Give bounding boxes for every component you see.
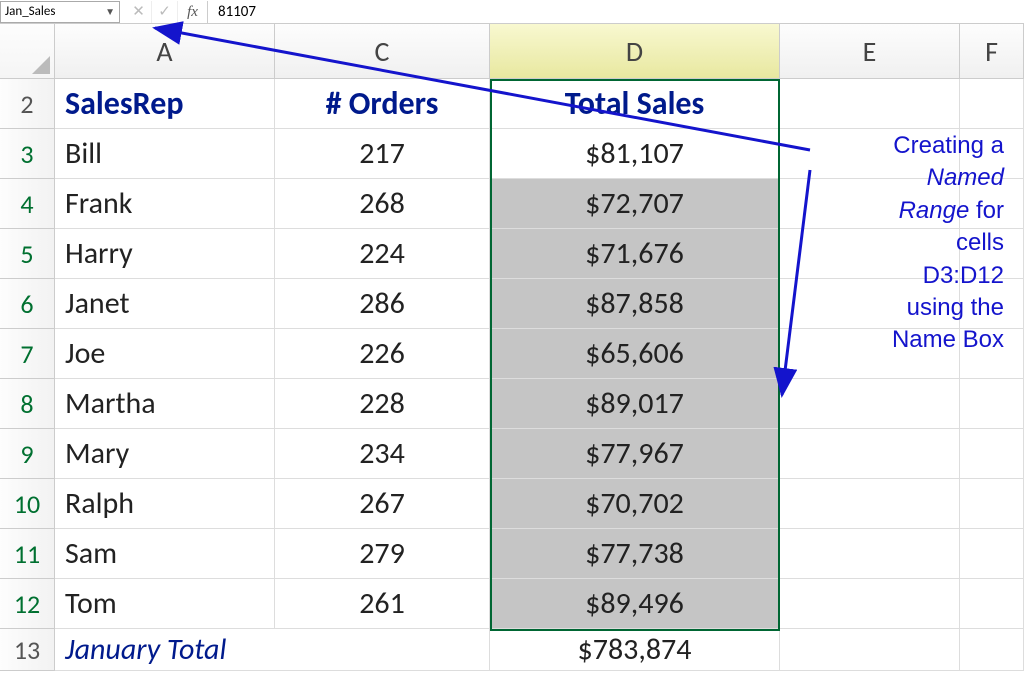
cell-sales[interactable]: $87,858 bbox=[490, 279, 780, 329]
cell-F13[interactable] bbox=[960, 629, 1024, 671]
cell-empty-E[interactable] bbox=[780, 529, 960, 579]
cell-name[interactable]: Mary bbox=[55, 429, 275, 479]
table-row: 11Sam279$77,738 bbox=[0, 529, 1024, 579]
row-header-13[interactable]: 13 bbox=[0, 629, 55, 671]
annotation-cells: cells bbox=[956, 229, 1004, 256]
row-header-5[interactable]: 5 bbox=[0, 229, 55, 279]
cell-orders[interactable]: 268 bbox=[275, 179, 490, 229]
row-header-9[interactable]: 9 bbox=[0, 429, 55, 479]
column-header-C[interactable]: C bbox=[275, 24, 490, 79]
cell-name[interactable]: Joe bbox=[55, 329, 275, 379]
cell-E13[interactable] bbox=[780, 629, 960, 671]
annotation-using: using the bbox=[907, 294, 1004, 321]
cell-name[interactable]: Frank bbox=[55, 179, 275, 229]
name-box[interactable]: Jan_Sales ▼ bbox=[0, 1, 120, 23]
row-header-11[interactable]: 11 bbox=[0, 529, 55, 579]
cell-orders[interactable]: 226 bbox=[275, 329, 490, 379]
cell-sales[interactable]: $72,707 bbox=[490, 179, 780, 229]
table-row: 8Martha228$89,017 bbox=[0, 379, 1024, 429]
annotation-line1: Creating a bbox=[893, 132, 1004, 159]
cell-name[interactable]: Tom bbox=[55, 579, 275, 629]
cell-empty-F[interactable] bbox=[960, 529, 1024, 579]
cell-empty-F[interactable] bbox=[960, 579, 1024, 629]
cell-orders[interactable]: 234 bbox=[275, 429, 490, 479]
x-icon: ✕ bbox=[132, 2, 145, 21]
cell-name[interactable]: Janet bbox=[55, 279, 275, 329]
cell-empty-E[interactable] bbox=[780, 479, 960, 529]
cell-sales[interactable]: $71,676 bbox=[490, 229, 780, 279]
cell-sales[interactable]: $81,107 bbox=[490, 129, 780, 179]
cell-orders[interactable]: 217 bbox=[275, 129, 490, 179]
cell-name[interactable]: Bill bbox=[55, 129, 275, 179]
annotation-ref: D3:D12 bbox=[923, 262, 1004, 289]
annotation-for: for bbox=[969, 197, 1004, 224]
cell-name[interactable]: Martha bbox=[55, 379, 275, 429]
row-header-8[interactable]: 8 bbox=[0, 379, 55, 429]
cancel-formula-button[interactable]: ✕ bbox=[126, 1, 152, 23]
header-salesrep[interactable]: SalesRep bbox=[55, 79, 275, 129]
column-headers: A C D E F bbox=[0, 24, 1024, 79]
fx-icon[interactable]: fx bbox=[178, 1, 208, 23]
cell-empty-F[interactable] bbox=[960, 379, 1024, 429]
row-header-7[interactable]: 7 bbox=[0, 329, 55, 379]
cell-empty-E[interactable] bbox=[780, 429, 960, 479]
cell-sales[interactable]: $65,606 bbox=[490, 329, 780, 379]
annotation-callout: Creating a Named Range for cells D3:D12 … bbox=[804, 130, 1004, 357]
cell-orders[interactable]: 267 bbox=[275, 479, 490, 529]
cell-sales[interactable]: $77,738 bbox=[490, 529, 780, 579]
cell-orders[interactable]: 286 bbox=[275, 279, 490, 329]
table-row: 10Ralph267$70,702 bbox=[0, 479, 1024, 529]
column-header-F[interactable]: F bbox=[960, 24, 1024, 79]
column-header-E[interactable]: E bbox=[780, 24, 960, 79]
cell-sales[interactable]: $77,967 bbox=[490, 429, 780, 479]
annotation-namebox: Name Box bbox=[892, 326, 1004, 353]
formula-input[interactable]: 81107 bbox=[208, 1, 1024, 23]
column-header-A[interactable]: A bbox=[55, 24, 275, 79]
header-orders[interactable]: # Orders bbox=[275, 79, 490, 129]
cell-name[interactable]: Ralph bbox=[55, 479, 275, 529]
cell-orders[interactable]: 279 bbox=[275, 529, 490, 579]
january-total-sum[interactable]: $783,874 bbox=[490, 629, 780, 671]
cell-name[interactable]: Sam bbox=[55, 529, 275, 579]
cell-empty-F[interactable] bbox=[960, 479, 1024, 529]
cell-orders[interactable]: 228 bbox=[275, 379, 490, 429]
cell-sales[interactable]: $89,496 bbox=[490, 579, 780, 629]
annotation-named: Named bbox=[927, 164, 1004, 191]
table-row: 9Mary234$77,967 bbox=[0, 429, 1024, 479]
row-header-4[interactable]: 4 bbox=[0, 179, 55, 229]
header-row: 2 SalesRep # Orders Total Sales bbox=[0, 79, 1024, 129]
row-header-12[interactable]: 12 bbox=[0, 579, 55, 629]
header-total-sales[interactable]: Total Sales bbox=[490, 79, 780, 129]
total-row: 13 January Total $783,874 bbox=[0, 629, 1024, 671]
chevron-down-icon[interactable]: ▼ bbox=[105, 5, 115, 18]
cell-E2[interactable] bbox=[780, 79, 960, 129]
cell-name[interactable]: Harry bbox=[55, 229, 275, 279]
column-header-D[interactable]: D bbox=[490, 24, 780, 79]
cell-empty-E[interactable] bbox=[780, 579, 960, 629]
formula-bar: Jan_Sales ▼ ✕ ✓ fx 81107 bbox=[0, 0, 1024, 24]
select-all-corner[interactable] bbox=[0, 24, 55, 79]
name-box-value: Jan_Sales bbox=[5, 4, 55, 19]
row-header-2[interactable]: 2 bbox=[0, 79, 55, 129]
cell-sales[interactable]: $70,702 bbox=[490, 479, 780, 529]
cell-sales[interactable]: $89,017 bbox=[490, 379, 780, 429]
row-header-10[interactable]: 10 bbox=[0, 479, 55, 529]
annotation-range: Range bbox=[899, 197, 970, 224]
cell-F2[interactable] bbox=[960, 79, 1024, 129]
cell-empty-F[interactable] bbox=[960, 429, 1024, 479]
cell-orders[interactable]: 224 bbox=[275, 229, 490, 279]
confirm-formula-button[interactable]: ✓ bbox=[152, 1, 178, 23]
cell-orders[interactable]: 261 bbox=[275, 579, 490, 629]
row-header-6[interactable]: 6 bbox=[0, 279, 55, 329]
cell-empty-E[interactable] bbox=[780, 379, 960, 429]
check-icon: ✓ bbox=[158, 2, 171, 21]
january-total-label[interactable]: January Total bbox=[55, 629, 490, 671]
row-header-3[interactable]: 3 bbox=[0, 129, 55, 179]
table-row: 12Tom261$89,496 bbox=[0, 579, 1024, 629]
